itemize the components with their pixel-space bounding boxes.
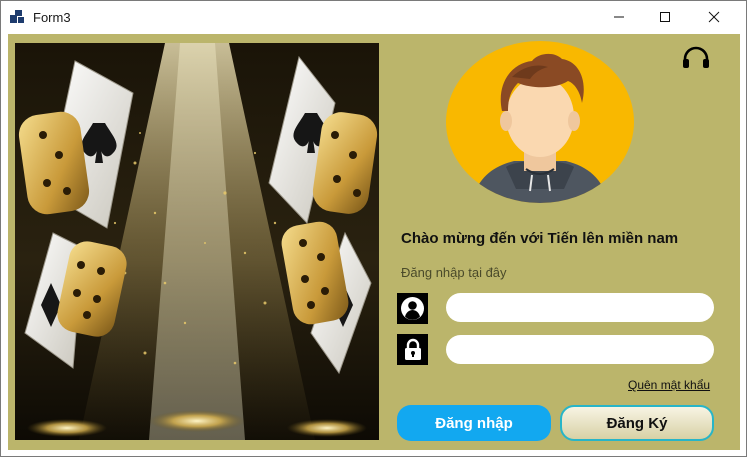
title-bar[interactable]: Form3 — [1, 1, 746, 33]
avatar — [446, 41, 634, 203]
minimize-button[interactable] — [596, 1, 642, 33]
window-title: Form3 — [33, 10, 71, 25]
maximize-icon — [660, 12, 670, 22]
headset-icon[interactable] — [682, 46, 710, 70]
login-subtitle: Đăng nhập tại đây — [401, 265, 507, 280]
password-field-icon — [397, 334, 428, 365]
casino-banner-image — [15, 43, 379, 440]
user-field-icon — [397, 293, 428, 324]
maximize-button[interactable] — [642, 1, 688, 33]
close-icon — [708, 11, 720, 23]
form-client-area: Chào mừng đến với Tiến lên miền nam Đăng… — [8, 34, 740, 450]
welcome-heading: Chào mừng đến với Tiến lên miền nam — [401, 230, 679, 247]
username-field[interactable] — [446, 293, 714, 322]
close-button[interactable] — [691, 1, 737, 33]
forgot-password-link[interactable]: Quên mật khẩu — [628, 378, 710, 392]
app-icon — [10, 10, 24, 23]
lock-icon — [404, 338, 421, 360]
register-button[interactable]: Đăng Ký — [560, 405, 714, 441]
minimize-icon — [614, 16, 624, 18]
login-button[interactable]: Đăng nhập — [397, 405, 551, 441]
app-window: Form3 Chào mừng đến với Tiến lên miền na… — [0, 0, 747, 457]
user-icon — [401, 297, 424, 320]
password-field[interactable] — [446, 335, 714, 364]
